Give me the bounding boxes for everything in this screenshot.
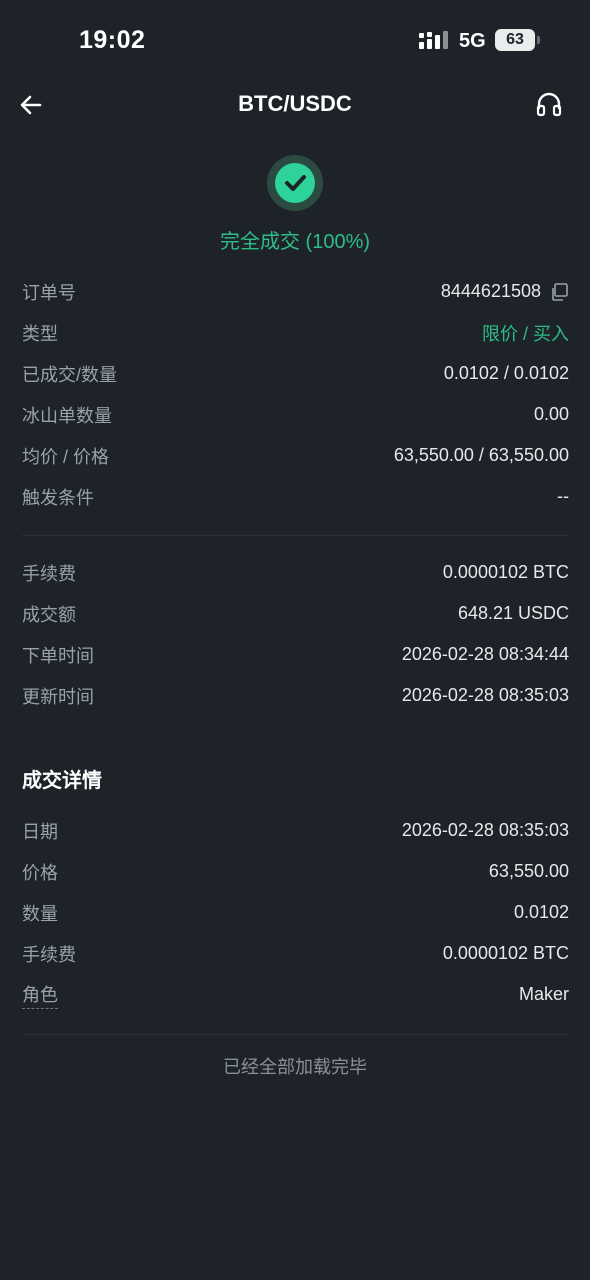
fee-value: 0.0000102 BTC xyxy=(442,562,569,582)
trade-price-row: 价格 63,550.00 xyxy=(22,851,569,892)
order-fee-list: 手续费 0.0000102 BTC 成交额 648.21 USDC 下单时间 2… xyxy=(22,552,569,716)
order-time-row: 下单时间 2026-02-28 08:34:44 xyxy=(22,634,569,675)
trade-quantity-row: 数量 0.0102 xyxy=(22,892,569,933)
order-info-list: 订单号 8444621508 类型 限价 / 买入 已成交/数量 0.0102 … xyxy=(22,271,569,517)
row-label: 类型 xyxy=(22,323,58,344)
row-label: 日期 xyxy=(22,821,58,842)
order-id-row: 订单号 8444621508 xyxy=(22,271,569,312)
network-type: 5G xyxy=(459,30,486,52)
signal-icon xyxy=(419,31,448,49)
order-time-value: 2026-02-28 08:34:44 xyxy=(401,644,569,664)
trade-details-list: 日期 2026-02-28 08:35:03 价格 63,550.00 数量 0… xyxy=(22,810,569,1015)
row-label: 已成交/数量 xyxy=(22,364,118,385)
trade-fee-value: 0.0000102 BTC xyxy=(442,943,569,963)
trade-role-value: Maker xyxy=(518,984,569,1004)
trade-details-title: 成交详情 xyxy=(22,770,102,792)
battery-tip xyxy=(537,36,540,44)
page-title: BTC/USDC xyxy=(238,91,352,116)
order-type-value: 限价 / 买入 xyxy=(481,323,569,344)
filled-quantity-value: 0.0102 / 0.0102 xyxy=(443,363,569,383)
trade-date-value: 2026-02-28 08:35:03 xyxy=(401,820,569,840)
trigger-condition-row: 触发条件 -- xyxy=(22,476,569,517)
row-label: 价格 xyxy=(22,862,58,883)
check-circle-icon xyxy=(267,155,323,211)
role-label[interactable]: 角色 xyxy=(22,981,58,1009)
row-label: 手续费 xyxy=(22,944,76,965)
update-time-row: 更新时间 2026-02-28 08:35:03 xyxy=(22,675,569,716)
copy-icon[interactable] xyxy=(549,282,569,302)
trigger-condition-value: -- xyxy=(557,486,569,506)
row-label: 均价 / 价格 xyxy=(22,446,110,467)
divider xyxy=(22,1034,569,1035)
iceberg-quantity-row: 冰山单数量 0.00 xyxy=(22,394,569,435)
headset-icon[interactable] xyxy=(534,90,564,120)
row-label: 成交额 xyxy=(22,604,76,625)
row-label: 下单时间 xyxy=(22,645,94,666)
turnover-value: 648.21 USDC xyxy=(457,603,569,623)
row-label: 订单号 xyxy=(22,282,76,303)
order-type-row: 类型 限价 / 买入 xyxy=(22,312,569,353)
update-time-value: 2026-02-28 08:35:03 xyxy=(401,685,569,705)
order-status-block: 完全成交 (100%) xyxy=(0,155,590,254)
row-label: 数量 xyxy=(22,903,58,924)
battery-level: 63 xyxy=(495,29,535,51)
row-label: 手续费 xyxy=(22,563,76,584)
row-label: 更新时间 xyxy=(22,686,94,707)
order-id-value: 8444621508 xyxy=(441,281,569,302)
trade-date-row: 日期 2026-02-28 08:35:03 xyxy=(22,810,569,851)
fee-row: 手续费 0.0000102 BTC xyxy=(22,552,569,593)
status-time: 19:02 xyxy=(79,26,146,54)
order-id: 8444621508 xyxy=(440,281,541,301)
avg-price-row: 均价 / 价格 63,550.00 / 63,550.00 xyxy=(22,435,569,476)
order-status-text: 完全成交 (100%) xyxy=(219,231,371,253)
iceberg-quantity-value: 0.00 xyxy=(533,404,569,424)
avg-price-value: 63,550.00 / 63,550.00 xyxy=(393,445,569,465)
row-label: 触发条件 xyxy=(22,487,94,508)
trade-quantity-value: 0.0102 xyxy=(513,902,569,922)
trade-price-value: 63,550.00 xyxy=(488,861,569,881)
load-complete-text: 已经全部加载完毕 xyxy=(223,1057,367,1077)
trade-fee-row: 手续费 0.0000102 BTC xyxy=(22,933,569,974)
trade-role-row: 角色 Maker xyxy=(22,974,569,1015)
divider xyxy=(22,535,569,536)
nav-header: BTC/USDC xyxy=(0,80,590,130)
status-bar: 19:02 5G 63 xyxy=(0,0,590,80)
filled-quantity-row: 已成交/数量 0.0102 / 0.0102 xyxy=(22,353,569,394)
turnover-row: 成交额 648.21 USDC xyxy=(22,593,569,634)
row-label: 冰山单数量 xyxy=(22,405,112,426)
